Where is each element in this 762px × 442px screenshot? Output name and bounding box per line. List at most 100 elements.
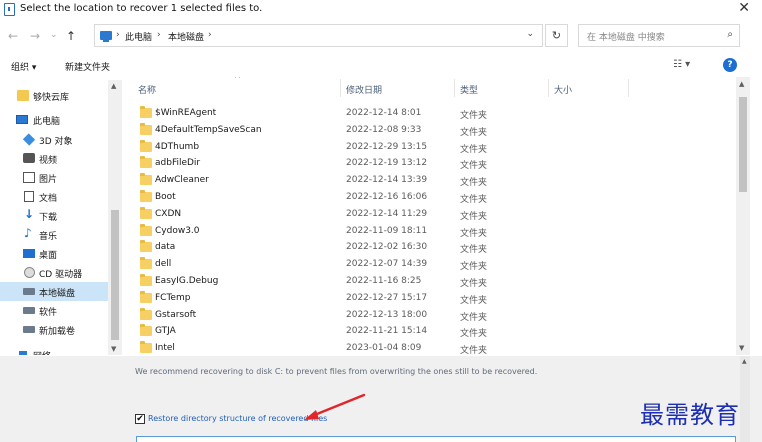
file-type: 文件夹 [460,211,488,222]
scrollbar-thumb[interactable] [739,97,747,192]
file-name: adbFileDir [155,158,201,169]
sidebar-item-documents[interactable]: 文档 [0,187,108,206]
refresh-button[interactable]: ↻ [545,24,568,47]
sidebar-item-label: 够快云库 [33,93,70,103]
breadcrumb-local-disk[interactable]: 本地磁盘 [168,30,204,43]
column-header-date[interactable]: 修改日期 [346,83,382,96]
sidebar-item-label: 本地磁盘 [39,289,76,299]
file-modified-date: 2022-12-02 16:30 [346,242,428,253]
sidebar-item-local-disk[interactable]: 本地磁盘 [0,282,108,301]
sidebar-item-cloud-library[interactable]: 够快云库 [0,86,108,105]
folder-icon [140,190,152,202]
scroll-down-icon[interactable]: ▼ [111,345,116,353]
sidebar-item-label: 新加载卷 [39,327,76,337]
column-divider[interactable] [340,79,341,97]
scroll-up-icon[interactable]: ▲ [742,358,747,365]
column-divider[interactable] [548,79,549,97]
sidebar-item-label: 图片 [39,175,58,185]
sidebar-item-downloads[interactable]: 下载 [0,206,108,225]
column-header-size[interactable]: 大小 [554,83,572,96]
file-name: Cydow3.0 [155,225,200,236]
file-name: EasyIG.Debug [155,276,219,286]
chevron-down-icon[interactable]: ⌄ [526,29,534,39]
file-row[interactable]: $WinREAgent 2022-12-14 8:01 文件夹 [122,105,736,122]
file-row[interactable]: adbFileDir 2022-12-19 13:12 文件夹 [122,155,736,172]
column-header-type[interactable]: 类型 [460,83,478,96]
sidebar-item-pictures[interactable]: 图片 [0,168,108,187]
search-icon[interactable]: ⌕ [727,29,733,40]
sidebar-item-3d-objects[interactable]: 3D 对象 [0,130,108,149]
file-row[interactable]: data 2022-12-02 16:30 文件夹 [122,239,736,256]
sidebar-item-network[interactable]: 网络 [0,345,108,355]
navigation-bar: ← → ⌄ ↑ › 此电脑 › 本地磁盘 › ⌄ ↻ 在 本地磁盘 中搜索 ⌕ [0,22,762,50]
restore-structure-checkbox[interactable]: ✔ [135,414,145,424]
file-row[interactable]: 4DefaultTempSaveScan 2022-12-08 9:33 文件夹 [122,122,736,139]
file-name: AdwCleaner [155,175,209,186]
file-type: 文件夹 [460,161,488,172]
organize-button[interactable]: 组织 ▾ [11,60,36,73]
scroll-down-icon[interactable]: ▼ [739,344,744,352]
file-row[interactable]: AdwCleaner 2022-12-14 13:39 文件夹 [122,172,736,189]
file-type: 文件夹 [460,178,488,189]
file-modified-date: 2022-11-16 8:25 [346,276,422,286]
sidebar-item-label: 此电脑 [33,117,61,127]
file-modified-date: 2022-12-29 13:15 [346,141,428,152]
file-modified-date: 2022-11-09 18:11 [346,225,428,236]
sidebar-item-software[interactable]: 软件 [0,301,108,320]
file-row[interactable]: FCTemp 2022-12-27 15:17 文件夹 [122,290,736,307]
scrollbar-thumb[interactable] [111,210,119,340]
file-row[interactable]: dell 2022-12-07 14:39 文件夹 [122,256,736,273]
column-divider[interactable] [454,79,455,97]
back-icon[interactable]: ← [8,29,18,43]
file-row[interactable]: EasyIG.Debug 2022-11-16 8:25 文件夹 [122,273,736,290]
download-icon [23,207,35,221]
column-header-name[interactable]: 名称 [138,83,156,96]
sidebar-item-this-pc[interactable]: 此电脑 [0,110,108,129]
music-icon [23,226,35,240]
file-name: GTJA [155,326,176,337]
file-row[interactable]: 4DThumb 2022-12-29 13:15 文件夹 [122,139,736,156]
file-modified-date: 2022-12-27 15:17 [346,292,428,303]
file-row[interactable]: Intel 2023-01-04 8:09 文件夹 [122,340,736,355]
column-divider[interactable] [628,79,629,97]
file-row[interactable]: Boot 2022-12-16 16:06 文件夹 [122,189,736,206]
recent-locations-icon[interactable]: ⌄ [50,30,58,40]
address-bar[interactable]: › 此电脑 › 本地磁盘 › ⌄ [94,24,543,47]
file-row[interactable]: CXDN 2022-12-14 11:29 文件夹 [122,206,736,223]
cd-drive-icon [24,267,35,278]
new-folder-button[interactable]: 新建文件夹 [65,60,110,73]
sidebar-item-desktop[interactable]: 桌面 [0,244,108,263]
file-name: dell [155,259,172,270]
file-list-scrollbar[interactable]: ▲ ▼ [736,77,750,355]
column-header-row: ^ 名称 修改日期 类型 大小 [122,77,736,100]
sidebar-scrollbar[interactable]: ▲ ▼ [108,80,122,355]
scroll-up-icon[interactable]: ▲ [111,82,116,90]
sidebar-item-label: 音乐 [39,232,58,242]
forward-icon[interactable]: → [30,29,40,43]
panel-scrollbar[interactable]: ▲ [740,356,750,442]
sidebar-item-new-volume[interactable]: 新加载卷 [0,320,108,339]
file-type: 文件夹 [460,295,488,306]
file-type: 文件夹 [460,127,488,138]
search-input[interactable]: 在 本地磁盘 中搜索 ⌕ [578,24,740,47]
close-icon[interactable]: ✕ [738,0,750,16]
file-row[interactable]: Gstarsoft 2022-12-13 18:00 文件夹 [122,307,736,324]
sidebar-item-label: 软件 [39,308,58,318]
up-icon[interactable]: ↑ [66,29,76,43]
sidebar-item-music[interactable]: 音乐 [0,225,108,244]
watermark-logo: 最需教育 [640,401,740,429]
sidebar-item-videos[interactable]: 视频 [0,149,108,168]
file-type: 文件夹 [460,262,488,273]
file-row[interactable]: Cydow3.0 2022-11-09 18:11 文件夹 [122,223,736,240]
folder-icon [140,223,152,236]
view-options-icon[interactable]: ☷ ▾ [673,59,690,70]
file-row[interactable]: GTJA 2022-11-21 15:14 文件夹 [122,323,736,340]
file-name: FCTemp [155,292,191,303]
destination-path-field[interactable] [136,436,736,442]
help-icon[interactable]: ? [723,58,737,72]
breadcrumb-this-pc[interactable]: 此电脑 [125,30,152,43]
scroll-up-icon[interactable]: ▲ [739,80,744,88]
sidebar-item-cd-drive[interactable]: CD 驱动器 [0,263,108,282]
3d-objects-icon [22,133,36,146]
computer-icon [16,115,28,124]
